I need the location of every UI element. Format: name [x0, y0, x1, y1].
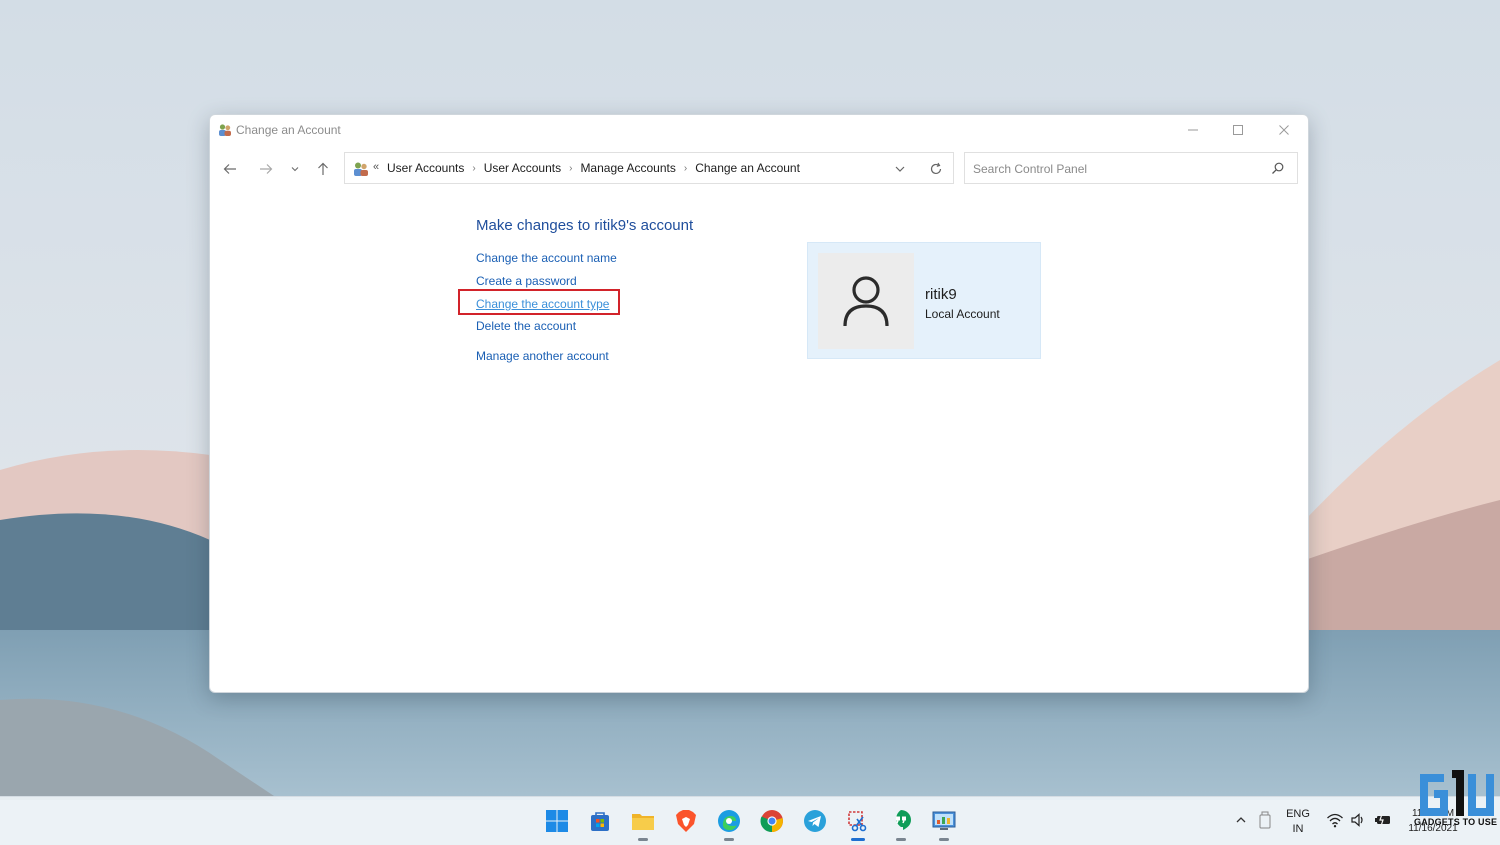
change-account-window: Change an Account « User Accounts › User… [209, 114, 1309, 693]
breadcrumb-item[interactable]: User Accounts [484, 161, 561, 175]
minimize-button[interactable] [1173, 119, 1213, 141]
chevron-down-icon [895, 166, 905, 172]
language-code: ENG [1286, 808, 1310, 820]
windows-logo-icon [546, 810, 568, 832]
chrome-button[interactable] [758, 807, 786, 835]
breadcrumb-item[interactable]: User Accounts [387, 161, 464, 175]
account-tile: ritik9 Local Account [807, 242, 1041, 359]
page-title: Make changes to ritik9's account [476, 217, 694, 234]
change-account-name-link[interactable]: Change the account name [476, 251, 617, 265]
breadcrumb-item[interactable]: Manage Accounts [580, 161, 675, 175]
chevron-right-icon[interactable]: › [569, 163, 572, 174]
folder-icon [632, 814, 654, 830]
hangouts-button[interactable] [887, 807, 915, 841]
active-indicator [851, 838, 865, 841]
recent-locations-button[interactable] [284, 158, 306, 180]
arrow-up-icon [318, 162, 328, 175]
user-accounts-icon [219, 124, 231, 136]
back-button[interactable] [219, 158, 241, 180]
arrow-left-icon [223, 164, 236, 174]
language-indicator[interactable]: ENG IN [1284, 807, 1312, 837]
running-indicator [638, 838, 648, 841]
control-panel-button[interactable] [930, 807, 958, 841]
title-bar[interactable]: Change an Account [210, 115, 1308, 145]
search-icon[interactable] [1271, 161, 1285, 175]
start-button[interactable] [543, 807, 571, 835]
show-hidden-icons-button[interactable] [1232, 811, 1250, 829]
chevron-down-icon [291, 167, 299, 172]
up-button[interactable] [312, 158, 334, 180]
avatar [818, 253, 914, 349]
search-input[interactable] [971, 158, 1265, 180]
brave-icon [676, 810, 696, 832]
edge-button[interactable] [715, 807, 743, 841]
snipping-tool-icon [848, 811, 867, 832]
edge-icon [718, 810, 740, 832]
maximize-icon [1233, 125, 1243, 135]
hangouts-icon [896, 810, 911, 830]
store-icon [591, 812, 609, 831]
telegram-button[interactable] [801, 807, 829, 835]
manage-another-account-link[interactable]: Manage another account [476, 349, 609, 363]
address-bar[interactable]: « User Accounts › User Accounts › Manage… [344, 152, 954, 184]
chevron-right-icon[interactable]: › [684, 163, 687, 174]
telegram-icon [804, 810, 826, 832]
volume-icon[interactable] [1350, 812, 1366, 828]
store-button[interactable] [586, 807, 614, 835]
highlight-annotation-box [458, 289, 620, 315]
battery-icon[interactable] [1374, 812, 1392, 828]
user-icon [843, 276, 889, 327]
watermark-text: GADGETS TO USE [1414, 817, 1498, 827]
user-accounts-icon [354, 162, 368, 176]
language-region: IN [1292, 823, 1304, 835]
close-button[interactable] [1264, 119, 1304, 141]
create-password-link[interactable]: Create a password [476, 274, 577, 288]
window-title: Change an Account [236, 123, 341, 137]
brave-button[interactable] [672, 807, 700, 835]
chevron-right-icon[interactable]: › [472, 163, 475, 174]
minimize-icon [1188, 129, 1198, 131]
address-history-button[interactable] [891, 160, 909, 178]
running-indicator [724, 838, 734, 841]
forward-button[interactable] [255, 158, 277, 180]
file-explorer-button[interactable] [629, 807, 657, 841]
breadcrumb: User Accounts › User Accounts › Manage A… [387, 161, 800, 175]
refresh-icon [930, 162, 942, 175]
delete-account-link[interactable]: Delete the account [476, 319, 576, 333]
snipping-tool-button[interactable] [844, 807, 872, 841]
refresh-button[interactable] [927, 160, 945, 178]
maximize-button[interactable] [1218, 119, 1258, 141]
wifi-icon[interactable] [1326, 812, 1344, 828]
chrome-icon [760, 810, 783, 833]
account-type: Local Account [925, 307, 1000, 321]
taskbar: ENG IN 11:56 PM 11/16/2021 [0, 796, 1500, 845]
running-indicator [939, 838, 949, 841]
control-panel-icon [932, 811, 956, 830]
breadcrumb-item[interactable]: Change an Account [695, 161, 800, 175]
breadcrumb-overflow[interactable]: « [373, 161, 379, 173]
search-box[interactable] [964, 152, 1298, 184]
running-indicator [896, 838, 906, 841]
account-name: ritik9 [925, 286, 957, 303]
arrow-right-icon [260, 164, 273, 174]
close-icon [1279, 125, 1289, 135]
usb-drive-icon[interactable] [1258, 811, 1272, 829]
chevron-up-icon [1236, 817, 1246, 823]
